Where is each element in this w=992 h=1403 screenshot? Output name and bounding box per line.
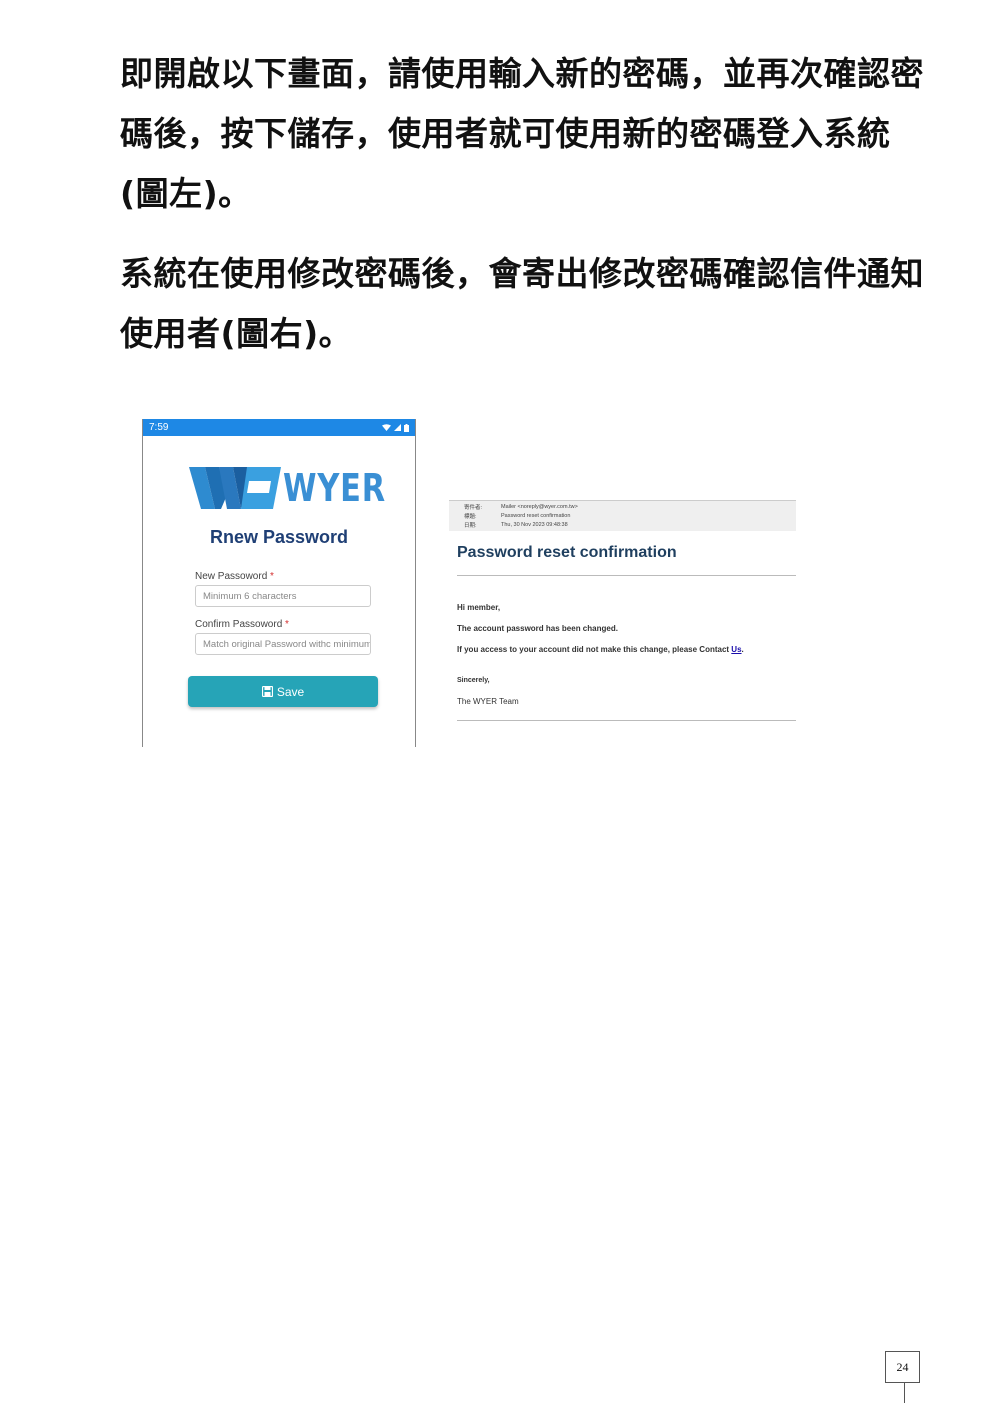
contact-us-link[interactable]: Us: [731, 645, 741, 654]
confirm-password-label-text: Confirm Passoword: [195, 619, 283, 630]
confirm-password-label: Confirm Passoword *: [195, 619, 289, 630]
email-screenshot: 寄件者: Mailer <noreply@wyer.com.tw> 標題: Pa…: [449, 500, 796, 725]
renew-password-title: Rnew Password: [209, 527, 349, 547]
email-line-contact: If you access to your account did not ma…: [457, 645, 744, 654]
email-subject-value: Password reset confirmation: [501, 513, 571, 519]
email-header: 寄件者: Mailer <noreply@wyer.com.tw> 標題: Pa…: [449, 500, 796, 531]
page-number-tick: [904, 1383, 905, 1403]
email-from-key: 寄件者:: [464, 505, 483, 511]
new-password-input[interactable]: Minimum 6 characters: [195, 585, 371, 607]
page-number: 24: [885, 1351, 920, 1383]
save-button[interactable]: Save: [188, 676, 378, 707]
wifi-icon: [382, 424, 391, 431]
email-subject-row: 標題: Password reset confirmation: [454, 512, 570, 520]
email-signoff: Sincerely,: [457, 677, 490, 684]
required-mark: *: [285, 619, 289, 630]
email-date-value: Thu, 30 Nov 2023 09:48:38: [501, 522, 568, 528]
battery-icon: [404, 423, 409, 432]
signal-icon: [394, 424, 401, 431]
instruction-paragraph-2: 系統在使用修改密碼後，會寄出修改密碼確認信件通知使用者(圖右)。: [120, 254, 924, 353]
email-from-row: 寄件者: Mailer <noreply@wyer.com.tw>: [454, 503, 578, 511]
confirm-password-input[interactable]: Match original Password withc minimum: [195, 633, 371, 655]
new-password-label: New Passoword *: [195, 571, 274, 582]
email-greeting: Hi member,: [457, 603, 501, 612]
email-date-row: 日期: Thu, 30 Nov 2023 09:48:38: [454, 521, 568, 529]
email-contact-suffix: .: [741, 645, 744, 654]
save-button-label: Save: [276, 684, 305, 699]
email-line-changed: The account password has been changed.: [457, 624, 618, 633]
email-divider-bottom: [457, 720, 796, 721]
wyer-logo-mark-icon: [189, 467, 281, 509]
logo-text: WYER: [283, 466, 386, 510]
instruction-paragraph-1: 即開啟以下畫面，請使用輸入新的密碼，並再次確認密碼後，按下儲存，使用者就可使用新…: [120, 54, 924, 213]
new-password-label-text: New Passoword: [195, 571, 268, 582]
status-bar: 7:59: [143, 419, 415, 436]
email-contact-text: If you access to your account did not ma…: [457, 645, 732, 654]
wyer-logo: WYER: [189, 466, 412, 510]
email-title: Password reset confirmation: [457, 544, 677, 561]
email-date-key: 日期:: [464, 523, 477, 529]
required-mark: *: [270, 571, 274, 582]
email-divider-top: [457, 575, 796, 576]
save-icon: [261, 686, 273, 697]
email-subject-key: 標題:: [464, 514, 477, 520]
status-icons: [382, 423, 409, 432]
status-time: 7:59: [149, 422, 169, 433]
email-team-signature: The WYER Team: [457, 697, 519, 706]
phone-screenshot: 7:59 WYER Rnew Password New Passoword * …: [142, 419, 416, 747]
email-from-value[interactable]: Mailer <noreply@wyer.com.tw>: [501, 504, 578, 510]
